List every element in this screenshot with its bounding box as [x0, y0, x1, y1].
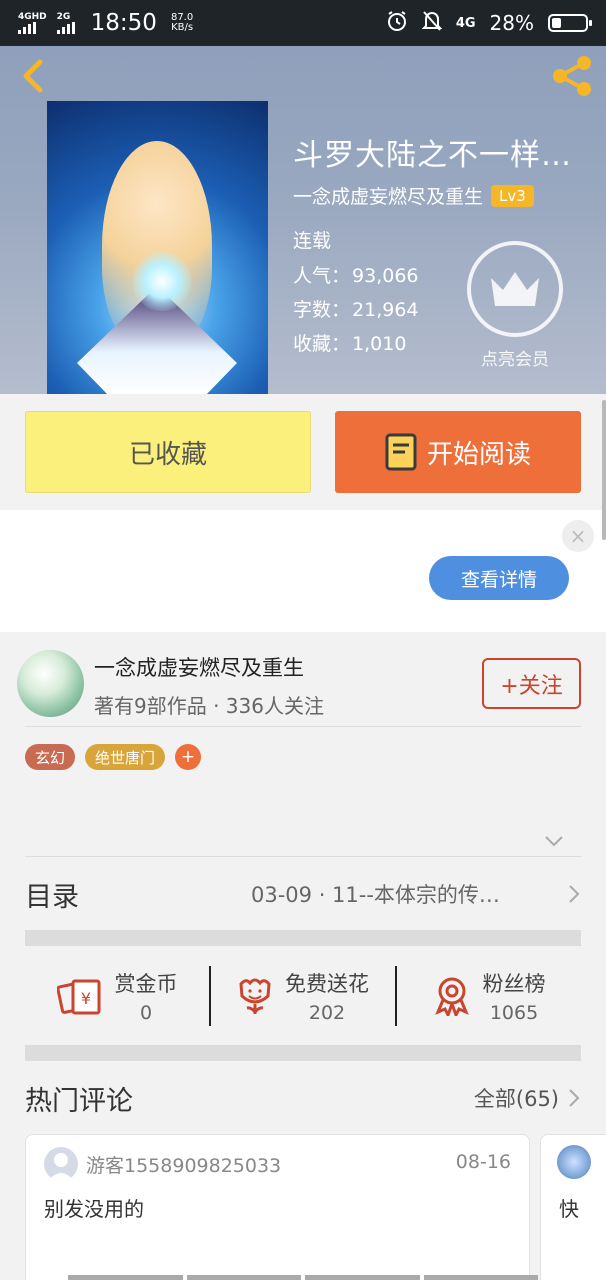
- vip-badge: [467, 241, 563, 337]
- author-level-badge: Lv3: [491, 184, 534, 207]
- stat-flower-value: 202: [308, 1001, 346, 1024]
- author-card[interactable]: 一念成虚妄燃尽及重生 著有9部作品 · 336人关注 +关注: [0, 632, 606, 726]
- back-arrow-icon: [23, 59, 43, 93]
- stat-flower[interactable]: 免费送花 202: [211, 968, 395, 1024]
- section-separator: [25, 1045, 581, 1061]
- word-count-stat: 字数： 21,964: [293, 295, 419, 322]
- comments-header: 热门评论 全部(65): [25, 1070, 581, 1126]
- popularity-stat: 人气： 93,066: [293, 261, 419, 288]
- comment-date: 08-16: [455, 1151, 511, 1173]
- word-count-value: 21,964: [352, 299, 419, 321]
- start-reading-label: 开始阅读: [426, 439, 531, 470]
- stat-reward-label: 赏金币: [114, 971, 178, 996]
- collections-label: 收藏：: [293, 333, 351, 355]
- chevron-right-icon: [569, 1089, 580, 1107]
- author-card-name: 一念成虚妄燃尽及重生: [94, 656, 304, 680]
- popularity-value: 93,066: [352, 265, 419, 287]
- chevron-right-icon: [569, 885, 580, 903]
- book-title: 斗罗大陆之不一样的…: [293, 138, 598, 173]
- book-icon: [385, 433, 417, 471]
- action-bar: 已收藏 开始阅读: [0, 394, 606, 510]
- signal-2: 2G: [56, 11, 75, 34]
- comment-user-avatar: [44, 1147, 78, 1181]
- catalog-label: 目录: [25, 881, 79, 913]
- battery-percent: 28%: [489, 11, 534, 35]
- svg-text:¥: ¥: [80, 989, 90, 1008]
- net-speed-unit: KB/s: [171, 22, 194, 33]
- collections-value: 1,010: [352, 333, 407, 355]
- reward-coin-icon: ¥: [56, 979, 100, 1014]
- share-icon: [553, 56, 591, 96]
- catalog-row[interactable]: 目录 03-09 · 11--本体宗的传…: [25, 858, 581, 930]
- popularity-label: 人气：: [293, 265, 351, 287]
- tag-list: 玄幻 绝世唐门 +: [25, 744, 202, 770]
- catalog-latest-chapter: 03-09 · 11--本体宗的传…: [251, 883, 500, 907]
- author-card-info: 著有9部作品 · 336人关注: [94, 694, 324, 718]
- stat-flower-label: 免费送花: [285, 971, 369, 996]
- back-button[interactable]: [14, 56, 54, 96]
- share-button[interactable]: [548, 54, 596, 98]
- book-author[interactable]: 一念成虚妄燃尽及重生: [293, 182, 483, 209]
- comment-username: 游客1558909825033: [86, 1155, 282, 1177]
- flower-icon: [239, 978, 271, 1014]
- collections-stat: 收藏： 1,010: [293, 329, 406, 356]
- divider: [25, 856, 581, 857]
- book-header: 斗罗大陆之不一样的… 一念成虚妄燃尽及重生 Lv3 连载 人气： 93,066 字…: [0, 46, 606, 394]
- ad-banner[interactable]: × 查看详情: [0, 510, 606, 632]
- expand-chevron-icon[interactable]: [543, 830, 565, 852]
- tag-juetang[interactable]: 绝世唐门: [85, 744, 166, 770]
- comment-text: 别发没用的: [44, 1197, 144, 1221]
- signal-bars-icon: [56, 21, 75, 34]
- mute-bell-icon: [421, 10, 443, 37]
- net-speed: 87.0 KB/s: [171, 13, 193, 33]
- signal-1: 4GHD: [18, 11, 47, 34]
- ad-detail-button[interactable]: 查看详情: [429, 556, 569, 600]
- battery-fill: [552, 18, 561, 28]
- comments-all-link[interactable]: 全部(65): [474, 1083, 559, 1113]
- word-count-label: 字数：: [293, 299, 351, 321]
- book-status: 连载: [293, 230, 332, 252]
- add-tag-button[interactable]: +: [175, 744, 202, 770]
- network-type: 4G: [455, 15, 476, 31]
- scrollbar[interactable]: [602, 400, 606, 540]
- stat-reward-value: 0: [139, 1001, 153, 1024]
- section-separator: [25, 930, 581, 946]
- stat-reward[interactable]: ¥ 赏金币 0: [25, 968, 209, 1024]
- book-author-row[interactable]: 一念成虚妄燃尽及重生 Lv3: [293, 182, 534, 209]
- status-bar: 4GHD 2G 18:50 87.0 KB/s 4G 28%: [0, 0, 606, 46]
- stat-fans[interactable]: 粉丝榜 1065: [397, 968, 581, 1024]
- alarm-icon: [386, 10, 408, 37]
- comment-card[interactable]: 快: [540, 1134, 606, 1280]
- medal-icon: [434, 977, 469, 1016]
- tag-xuanhuan[interactable]: 玄幻: [25, 744, 76, 770]
- comment-user-avatar: [557, 1145, 591, 1179]
- bottom-toolbar-edge: [68, 1275, 538, 1280]
- cover-art-glow: [132, 251, 192, 311]
- battery-icon: [548, 14, 592, 32]
- comments-title: 热门评论: [25, 1085, 133, 1117]
- signal-bars-icon: [18, 21, 36, 34]
- stat-fans-value: 1065: [489, 1001, 539, 1024]
- signal-2-label: 2G: [56, 11, 71, 22]
- comment-card[interactable]: 游客1558909825033 08-16 别发没用的: [25, 1134, 530, 1280]
- divider: [25, 726, 581, 727]
- collected-button[interactable]: 已收藏: [25, 411, 311, 493]
- clock: 18:50: [90, 10, 157, 36]
- comment-text: 快: [559, 1197, 579, 1221]
- ad-close-button[interactable]: ×: [562, 520, 594, 552]
- vip-label: 点亮会员: [481, 350, 549, 370]
- book-cover[interactable]: [47, 101, 268, 394]
- crown-icon: [491, 272, 539, 306]
- stat-fans-label: 粉丝榜: [482, 971, 546, 996]
- stats-row: ¥ 赏金币 0 免费送花 202 粉丝榜 1065: [25, 946, 581, 1045]
- vip-button[interactable]: 点亮会员: [462, 241, 568, 370]
- signal-1-label: 4GHD: [18, 11, 47, 22]
- author-avatar[interactable]: [17, 650, 84, 717]
- start-reading-button[interactable]: 开始阅读: [335, 411, 581, 493]
- follow-button[interactable]: +关注: [482, 658, 581, 709]
